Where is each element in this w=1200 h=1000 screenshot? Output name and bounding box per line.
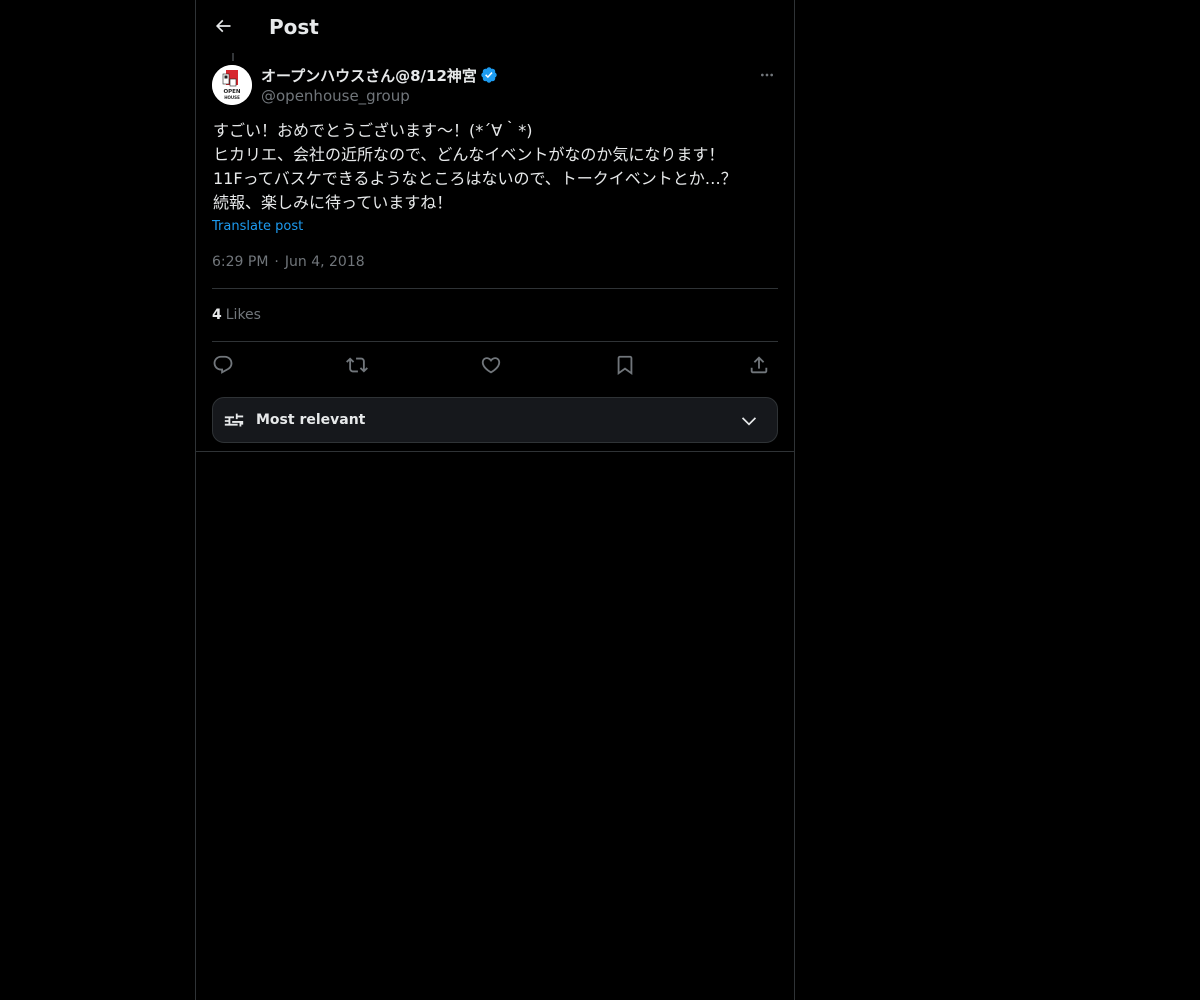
arrow-left-icon: [215, 19, 231, 33]
post-time[interactable]: 6:29 PM: [212, 252, 268, 272]
post-text-line: ヒカリエ、会社の近所なので、どんなイベントがなのか気になります！: [213, 145, 725, 164]
post-text-line: 続報、楽しみに待っていますね！: [213, 193, 453, 212]
display-name-row: オープンハウスさん@8/12神宮: [261, 64, 498, 86]
post-date[interactable]: Jun 4, 2018: [285, 252, 365, 272]
avatar-logo-text-bottom: HOUSE: [224, 95, 240, 100]
avatar[interactable]: OPEN HOUSE: [212, 65, 252, 105]
section-divider: [196, 451, 794, 452]
back-button[interactable]: [208, 11, 238, 41]
like-button[interactable]: [478, 352, 504, 378]
divider: [212, 288, 778, 289]
repost-button[interactable]: [344, 352, 370, 378]
author-display-name[interactable]: オープンハウスさん@8/12神宮: [261, 65, 477, 86]
page-title: Post: [269, 15, 319, 39]
more-options-button[interactable]: [756, 66, 778, 84]
sort-replies-dropdown[interactable]: Most relevant: [212, 397, 778, 443]
post-timestamp[interactable]: 6:29 PM · Jun 4, 2018: [212, 252, 365, 272]
repost-icon: [346, 357, 368, 373]
reply-icon: [213, 355, 233, 374]
post-text: すごい！おめでとうございます〜！(*´∀｀*) ヒカリエ、会社の近所なので、どん…: [213, 119, 779, 215]
heart-icon: [481, 357, 501, 374]
likes-count: 4: [212, 307, 222, 323]
openhouse-logo-icon: OPEN HOUSE: [212, 65, 252, 105]
translate-post-link[interactable]: Translate post: [212, 218, 303, 236]
chevron-down-icon: [741, 417, 757, 426]
action-bar: [212, 350, 778, 380]
author-handle[interactable]: @openhouse_group: [261, 86, 498, 106]
main-column: Post OPEN HOUSE オープンハウスさん@8/12神宮 @openho…: [195, 0, 795, 1000]
bookmark-icon: [617, 355, 633, 376]
likes-link[interactable]: 4 Likes: [212, 305, 261, 325]
share-button[interactable]: [746, 352, 772, 378]
likes-label: Likes: [225, 307, 261, 323]
thread-connector: [232, 53, 234, 61]
author-info: オープンハウスさん@8/12神宮 @openhouse_group: [261, 64, 498, 106]
bookmark-button[interactable]: [612, 352, 638, 378]
page-header: Post: [196, 0, 794, 53]
meta-separator: ·: [274, 254, 279, 270]
share-icon: [750, 356, 768, 374]
divider: [212, 341, 778, 342]
post-text-line: すごい！おめでとうございます〜！(*´∀｀*): [213, 121, 533, 140]
verified-badge-icon[interactable]: [480, 66, 498, 84]
sliders-icon: [224, 413, 244, 427]
post-text-line: 11Fってバスケできるようなところはないので、トークイベントとか…？: [213, 169, 737, 188]
sort-label: Most relevant: [256, 412, 366, 428]
more-dots-icon: [761, 73, 773, 77]
reply-button[interactable]: [210, 352, 236, 378]
